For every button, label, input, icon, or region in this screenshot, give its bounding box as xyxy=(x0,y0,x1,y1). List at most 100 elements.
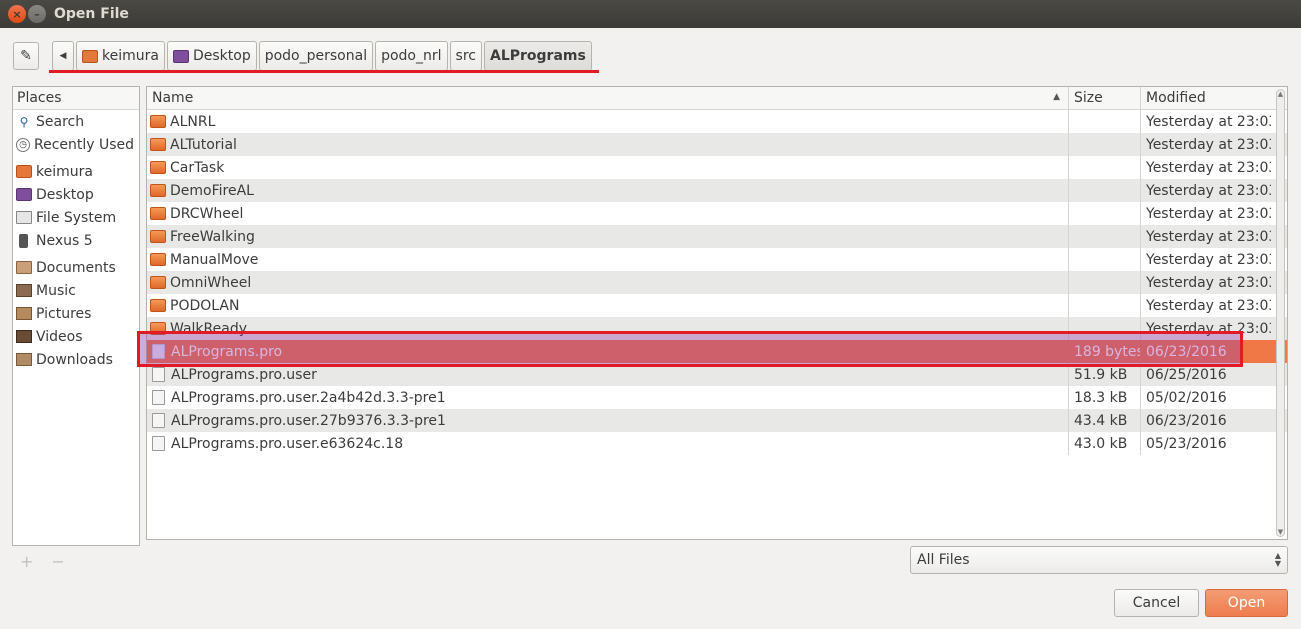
file-modified-cell: Yesterday at 23:03 xyxy=(1146,113,1271,130)
file-name: DemoFireAL xyxy=(170,182,254,199)
file-name-cell: ALPrograms.pro.user.2a4b42d.3.3-pre1 xyxy=(147,386,1069,409)
file-modified-cell: Yesterday at 23:03 xyxy=(1146,182,1271,199)
folder-icon xyxy=(150,253,166,266)
sidebar-item-search[interactable]: ⚲ Search xyxy=(13,110,139,133)
edit-location-button[interactable]: ✎ xyxy=(13,42,39,70)
file-icon xyxy=(152,390,165,405)
path-crumb-desktop[interactable]: Desktop xyxy=(166,41,257,71)
scroll-up-icon[interactable]: ▲ xyxy=(1277,90,1284,98)
file-row[interactable]: FreeWalking Yesterday at 23:03 xyxy=(147,225,1287,248)
file-modified-cell: Yesterday at 23:03 xyxy=(1146,228,1271,245)
column-header-modified[interactable]: Modified xyxy=(1141,87,1271,109)
file-modified-cell: 05/02/2016 xyxy=(1146,389,1227,406)
sidebar-item-file-system[interactable]: File System xyxy=(13,206,139,229)
path-crumb-podo-nrl[interactable]: podo_nrl xyxy=(375,41,448,71)
sidebar-item-nexus-5[interactable]: Nexus 5 xyxy=(13,229,139,252)
file-name-cell: ALPrograms.pro.user.27b9376.3.3-pre1 xyxy=(147,409,1069,432)
file-row[interactable]: ALPrograms.pro 189 bytes 06/23/2016 xyxy=(147,340,1287,363)
file-size-cell xyxy=(1069,317,1141,340)
file-size-cell: 51.9 kB xyxy=(1069,363,1141,386)
file-name: ManualMove xyxy=(170,251,259,268)
path-crumb-src[interactable]: src xyxy=(449,41,482,71)
open-button[interactable]: Open xyxy=(1205,589,1288,617)
file-row[interactable]: OmniWheel Yesterday at 23:03 xyxy=(147,271,1287,294)
file-modified-cell: Yesterday at 23:03 xyxy=(1146,297,1271,314)
file-name-cell: CarTask xyxy=(147,156,1069,179)
sidebar-item-recently-used[interactable]: ◷ Recently Used xyxy=(13,133,139,156)
folder-icon xyxy=(150,115,166,128)
file-name: ALPrograms.pro.user.e63624c.18 xyxy=(171,435,404,452)
file-row[interactable]: ALPrograms.pro.user.e63624c.18 43.0 kB 05/… xyxy=(147,432,1287,455)
remove-bookmark-icon[interactable]: − xyxy=(51,552,64,571)
vertical-scrollbar[interactable]: ▲ ▼ xyxy=(1276,89,1285,537)
file-name: ALNRL xyxy=(170,113,216,130)
folder-icon xyxy=(150,207,166,220)
file-row[interactable]: DemoFireAL Yesterday at 23:03 xyxy=(147,179,1287,202)
cancel-button[interactable]: Cancel xyxy=(1114,589,1199,617)
path-crumb-label: ALPrograms xyxy=(489,48,586,64)
pictures-folder-icon xyxy=(16,307,32,320)
sidebar-item-pictures[interactable]: Pictures xyxy=(13,302,139,325)
file-row[interactable]: ALPrograms.pro.user 51.9 kB 06/25/2016 xyxy=(147,363,1287,386)
sidebar-item-downloads[interactable]: Downloads xyxy=(13,348,139,371)
file-row[interactable]: ALNRL Yesterday at 23:03 xyxy=(147,110,1287,133)
sidebar-item-label: Nexus 5 xyxy=(36,232,93,249)
sidebar-item-desktop[interactable]: Desktop xyxy=(13,183,139,206)
file-name-cell: ALTutorial xyxy=(147,133,1069,156)
file-row[interactable]: PODOLAN Yesterday at 23:03 xyxy=(147,294,1287,317)
sidebar-item-keimura[interactable]: keimura xyxy=(13,160,139,183)
column-header-size[interactable]: Size xyxy=(1069,87,1141,109)
file-size-cell xyxy=(1069,294,1141,317)
file-row[interactable]: CarTask Yesterday at 23:03 xyxy=(147,156,1287,179)
annotation-underline xyxy=(49,70,599,73)
path-crumb-keimura[interactable]: keimura xyxy=(76,41,165,71)
file-name-cell: ALPrograms.pro xyxy=(147,340,1069,363)
file-modified-cell: Yesterday at 23:03 xyxy=(1146,320,1271,337)
places-sidebar: Places ⚲ Search ◷ Recently Used keimura … xyxy=(12,86,140,546)
path-bar: ◀ keimura Desktop podo_personal podo_nrl… xyxy=(52,41,594,71)
file-name-cell: ManualMove xyxy=(147,248,1069,271)
add-bookmark-icon[interactable]: + xyxy=(20,552,33,571)
folder-icon xyxy=(150,322,166,335)
path-back-button[interactable]: ◀ xyxy=(52,41,74,71)
file-row[interactable]: ALPrograms.pro.user.2a4b42d.3.3-pre1 18.3… xyxy=(147,386,1287,409)
sidebar-item-music[interactable]: Music xyxy=(13,279,139,302)
path-crumb-podo-personal[interactable]: podo_personal xyxy=(258,41,374,71)
file-row[interactable]: ALPrograms.pro.user.27b9376.3.3-pre1 43.4… xyxy=(147,409,1287,432)
file-icon xyxy=(152,367,165,382)
file-list: Name ▲ Size Modified ALNRL Yesterday at 2… xyxy=(146,86,1288,540)
file-name: ALPrograms.pro.user.2a4b42d.3.3-pre1 xyxy=(171,389,446,406)
file-row[interactable]: ManualMove Yesterday at 23:03 xyxy=(147,248,1287,271)
sidebar-item-label: Music xyxy=(36,282,76,299)
folder-icon xyxy=(150,184,166,197)
file-name: WalkReady xyxy=(170,320,247,337)
file-size-cell xyxy=(1069,179,1141,202)
home-folder-icon xyxy=(16,165,32,178)
path-crumb-alprograms[interactable]: ALPrograms xyxy=(483,41,592,71)
file-name: ALPrograms.pro xyxy=(171,343,283,360)
file-row[interactable]: WalkReady Yesterday at 23:03 xyxy=(147,317,1287,340)
file-size-cell xyxy=(1069,225,1141,248)
file-name-cell: ALPrograms.pro.user xyxy=(147,363,1069,386)
file-name: ALPrograms.pro.user xyxy=(171,366,317,383)
path-crumb-label: keimura xyxy=(102,48,159,64)
file-row[interactable]: DRCWheel Yesterday at 23:03 xyxy=(147,202,1287,225)
file-modified-cell: Yesterday at 23:03 xyxy=(1146,205,1271,222)
file-name: CarTask xyxy=(170,159,225,176)
downloads-folder-icon xyxy=(16,353,32,366)
file-type-filter-select[interactable]: All Files ▲ ▼ xyxy=(910,546,1288,574)
file-modified-cell: Yesterday at 23:03 xyxy=(1146,274,1271,291)
title-bar: × – Open File xyxy=(0,0,1301,28)
pencil-icon: ✎ xyxy=(20,48,32,64)
scroll-down-icon[interactable]: ▼ xyxy=(1277,528,1284,536)
close-window-icon[interactable]: × xyxy=(8,5,26,23)
sidebar-item-videos[interactable]: Videos xyxy=(13,325,139,348)
recent-icon: ◷ xyxy=(16,137,30,152)
column-header-name[interactable]: Name ▲ xyxy=(147,87,1069,109)
sidebar-item-documents[interactable]: Documents xyxy=(13,256,139,279)
file-row[interactable]: ALTutorial Yesterday at 23:03 xyxy=(147,133,1287,156)
places-header: Places xyxy=(13,87,139,110)
sidebar-item-label: File System xyxy=(36,209,117,226)
minimize-window-icon[interactable]: – xyxy=(28,5,46,23)
file-name: PODOLAN xyxy=(170,297,240,314)
